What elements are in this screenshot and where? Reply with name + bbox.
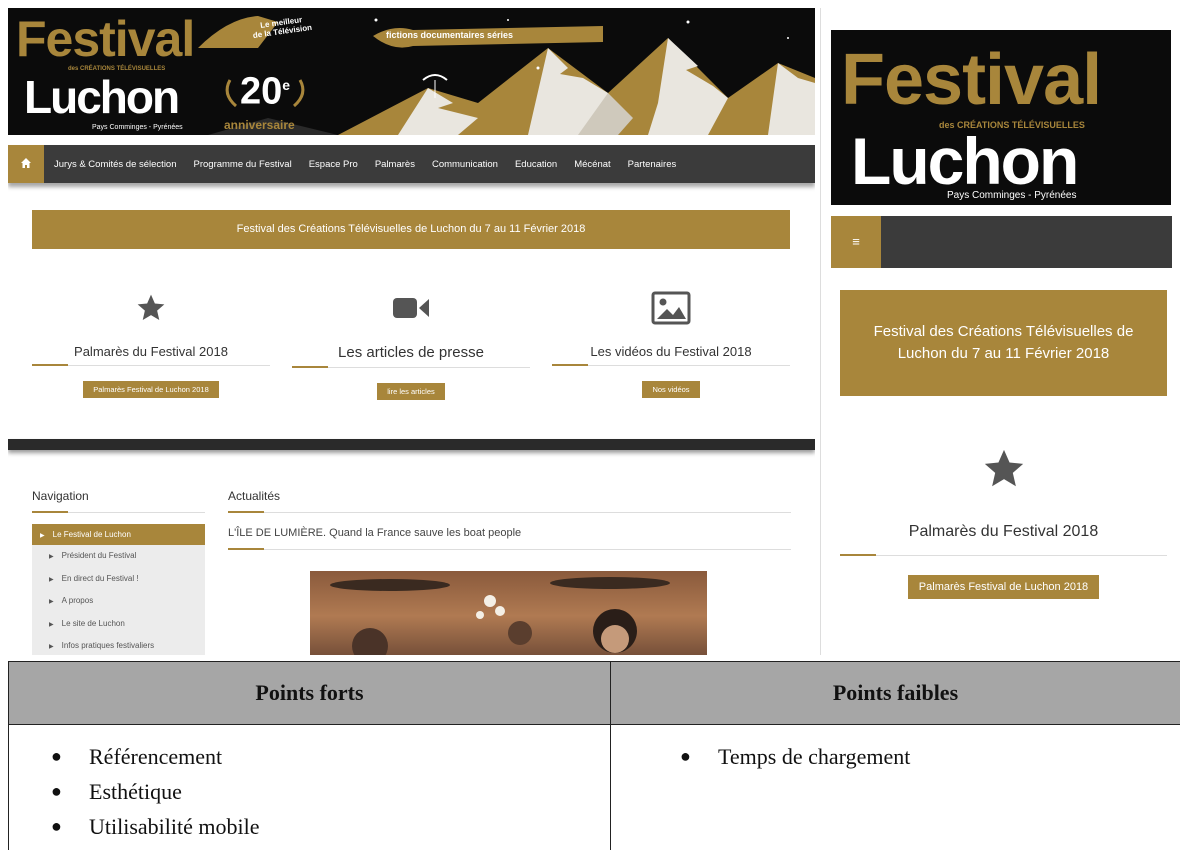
anniversary-number: 20e	[240, 66, 290, 111]
main-navigation: Jurys & Comités de sélection Programme d…	[8, 145, 815, 183]
caret-right-icon: ▶	[40, 533, 45, 539]
mobile-palmares-button[interactable]: Palmarès Festival de Luchon 2018	[907, 575, 1100, 599]
palmares-button[interactable]: Palmarès Festival de Luchon 2018	[83, 381, 219, 398]
article-image[interactable]	[310, 571, 707, 655]
video-camera-icon	[292, 288, 530, 328]
feature-underline	[32, 364, 270, 366]
logo-festival-text: Festival	[16, 11, 195, 67]
heading-underline	[228, 511, 791, 513]
star-icon	[840, 446, 1167, 497]
caret-right-icon: ▶	[49, 554, 54, 560]
hamburger-menu-icon[interactable]: ≡	[831, 216, 881, 268]
star-icon	[32, 288, 270, 328]
mobile-menu-bar: ≡	[831, 216, 1172, 268]
actualites-heading: Actualités	[228, 489, 281, 503]
mobile-screenshot: Festival des CRÉATIONS TÉLÉVISUELLES Luc…	[820, 8, 1180, 655]
news-section: Actualités L'ÎLE DE LUMIÈRE. Quand la Fr…	[228, 489, 791, 655]
nav-item-espace-pro[interactable]: Espace Pro	[309, 159, 358, 170]
home-icon[interactable]	[8, 145, 44, 183]
desktop-screenshot: Festival des CRÉATIONS TÉLÉVISUELLES Luc…	[8, 8, 815, 655]
section-separator	[8, 439, 815, 450]
nav-item-palmares[interactable]: Palmarès	[375, 159, 415, 170]
feature-title: Palmarès du Festival 2018	[74, 344, 228, 359]
feature-title: Les articles de presse	[338, 344, 484, 361]
articles-button[interactable]: lire les articles	[377, 383, 445, 400]
mobile-feature-palmares: Palmarès du Festival 2018 Palmarès Festi…	[840, 446, 1167, 599]
videos-button[interactable]: Nos vidéos	[642, 381, 700, 398]
sidebar-item-label: Le Festival de Luchon	[52, 530, 131, 539]
header-banner: Festival des CRÉATIONS TÉLÉVISUELLES Luc…	[8, 8, 815, 135]
mobile-feature-title: Palmarès du Festival 2018	[908, 523, 1099, 540]
feature-articles: Les articles de presse lire les articles	[292, 288, 530, 400]
mobile-logo-block: Festival des CRÉATIONS TÉLÉVISUELLES Luc…	[831, 30, 1171, 205]
date-banner: Festival des Créations Télévisuelles de …	[32, 210, 790, 249]
navigation-heading: Navigation	[32, 489, 89, 503]
article-title[interactable]: L'ÎLE DE LUMIÈRE. Quand la France sauve …	[228, 527, 791, 539]
article-photo-illustration	[330, 577, 670, 655]
nav-item-education[interactable]: Education	[515, 159, 557, 170]
strengths-list: Référencement Esthétique Utilisabilité m…	[9, 739, 610, 844]
sidebar-item-active[interactable]: ▶ Le Festival de Luchon	[32, 524, 205, 545]
strengths-header: Points forts	[8, 661, 611, 725]
sidebar-item-label: Infos pratiques festivaliers	[61, 641, 155, 650]
sidebar-item-label: A propos	[61, 596, 94, 605]
anniversary-number-value: 20	[240, 70, 283, 113]
caret-right-icon: ▶	[49, 576, 54, 583]
nav-item-programme[interactable]: Programme du Festival	[194, 159, 292, 170]
feature-underline	[292, 366, 530, 368]
anniversary-suffix: e	[282, 77, 291, 93]
comparison-table: Points forts Points faibles Référencemen…	[8, 661, 1180, 850]
logo-festival-text: Festival	[841, 40, 1102, 120]
sidebar-item-label: En direct du Festival !	[61, 573, 139, 583]
sidebar-item-label: Le site de Luchon	[61, 618, 125, 628]
strengths-cell: Référencement Esthétique Utilisabilité m…	[8, 725, 611, 850]
sidebar-item-site-luchon[interactable]: ▶ Le site de Luchon	[32, 613, 205, 636]
sidebar-item-president[interactable]: ▶ Président du Festival	[32, 545, 205, 568]
feature-title: Les vidéos du Festival 2018	[590, 344, 752, 359]
caret-right-icon: ▶	[49, 644, 54, 650]
nav-item-communication[interactable]: Communication	[432, 159, 498, 170]
mobile-top-strip	[821, 8, 1180, 30]
image-icon	[552, 288, 790, 328]
logo-region-text: Pays Comminges - Pyrénées	[947, 190, 1077, 201]
anniversary-word: anniversaire	[224, 118, 295, 132]
logo-luchon-text: Luchon	[851, 124, 1079, 198]
sidebar-navigation: Navigation ▶ Le Festival de Luchon ▶ Prési…	[32, 489, 205, 655]
nav-item-jurys[interactable]: Jurys & Comités de sélection	[54, 159, 177, 170]
heading-underline	[32, 511, 205, 513]
caret-right-icon: ▶	[49, 599, 54, 605]
nav-item-mecenat[interactable]: Mécénat	[574, 159, 610, 170]
sidebar-item-infos-pratiques[interactable]: ▶ Infos pratiques festivaliers	[32, 635, 205, 655]
strength-item: Esthétique	[9, 774, 610, 809]
feature-palmares: Palmarès du Festival 2018 Palmarès Festi…	[32, 288, 270, 398]
feature-underline	[840, 554, 1167, 556]
sidebar-item-en-direct[interactable]: ▶ En direct du Festival !	[32, 568, 205, 591]
strength-item: Référencement	[9, 739, 610, 774]
weaknesses-list: Temps de chargement	[610, 739, 1180, 774]
feature-videos: Les vidéos du Festival 2018 Nos vidéos	[552, 288, 790, 398]
sidebar-item-label: Président du Festival	[61, 551, 137, 560]
weakness-item: Temps de chargement	[610, 739, 1180, 774]
sidebar-sublist: ▶ Président du Festival ▶ En direct du Fes…	[32, 545, 205, 655]
logo-region-text: Pays Comminges - Pyrénées	[92, 124, 183, 131]
nav-items: Jurys & Comités de sélection Programme d…	[54, 145, 693, 183]
genres-text: fictions documentaires séries	[386, 30, 514, 40]
weaknesses-cell: Temps de chargement	[610, 725, 1180, 850]
article-underline	[228, 548, 791, 550]
logo-luchon-text: Luchon	[24, 71, 180, 123]
caret-right-icon: ▶	[49, 621, 54, 628]
weaknesses-header: Points faibles	[610, 661, 1180, 725]
mobile-date-banner: Festival des Créations Télévisuelles de …	[840, 290, 1167, 396]
nav-item-partenaires[interactable]: Partenaires	[628, 159, 677, 170]
sidebar-item-a-propos[interactable]: ▶ A propos	[32, 590, 205, 613]
feature-underline	[552, 364, 790, 366]
strength-item: Utilisabilité mobile	[9, 809, 610, 844]
